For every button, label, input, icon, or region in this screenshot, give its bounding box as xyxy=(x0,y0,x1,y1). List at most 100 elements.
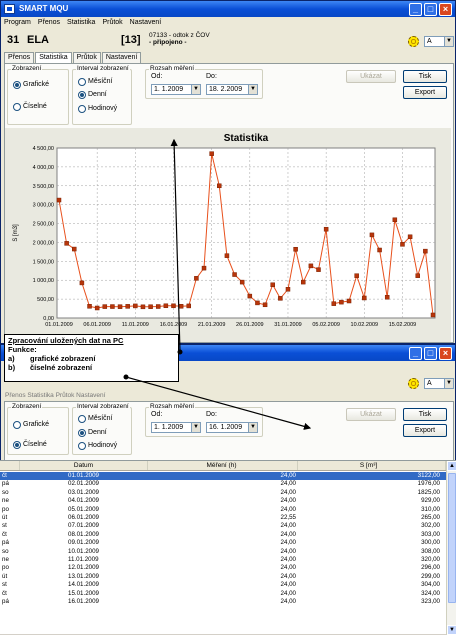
gear-icon[interactable] xyxy=(408,378,419,389)
date-from-picker[interactable]: 1. 1.2009 ▼ xyxy=(151,84,201,95)
scroll-up-icon[interactable]: ▲ xyxy=(447,461,456,471)
table-row[interactable]: ne 04.01.2009 24,00 929,00 xyxy=(0,497,446,505)
show-button[interactable]: Ukázat xyxy=(346,70,396,83)
radio-daily[interactable]: Denní xyxy=(78,428,107,437)
tab-prenos[interactable]: Přenos xyxy=(4,52,35,63)
menu-nastaveni[interactable]: Nastavení xyxy=(130,17,162,29)
cell-day: ne xyxy=(2,556,9,563)
interval-group: Interval zobrazení Měsíční Denní Hodinov… xyxy=(72,403,132,455)
cell-volume: 304,00 xyxy=(421,581,440,589)
export-button[interactable]: Export xyxy=(403,86,447,99)
data-point xyxy=(247,293,253,299)
table-row[interactable]: po 05.01.2009 24,00 310,00 xyxy=(0,506,446,514)
chart-area: Statistika 0,00 500,00 1 000,00 1 500,00 2 00… xyxy=(5,128,451,342)
cell-date: 04.01.2009 xyxy=(68,497,99,505)
data-point xyxy=(270,282,275,288)
print-button[interactable]: Tisk xyxy=(403,408,447,421)
menu-prutok[interactable]: Průtok xyxy=(102,17,122,29)
cell-date: 11.01.2009 xyxy=(68,556,99,563)
table-row[interactable]: so 10.01.2009 24,00 308,00 xyxy=(0,548,446,556)
data-point xyxy=(110,304,115,309)
date-to-picker[interactable]: 18. 2.2009 ▼ xyxy=(206,84,258,95)
radio-daily[interactable]: Denní xyxy=(78,90,107,99)
table-row[interactable]: čt 15.01.2009 24,00 324,00 xyxy=(0,590,446,598)
table-row[interactable]: čt 08.01.2009 24,00 303,00 xyxy=(0,531,446,539)
data-point xyxy=(331,301,337,306)
tab-prutok[interactable]: Průtok xyxy=(72,52,101,63)
show-button[interactable]: Ukázat xyxy=(346,408,396,421)
maximize-button[interactable]: □ xyxy=(424,347,437,360)
table-row[interactable]: čt 01.01.2009 24,00 3122,00 xyxy=(0,472,446,481)
data-point xyxy=(102,304,108,309)
mode-select[interactable]: A ▼ xyxy=(424,36,454,47)
table-row[interactable]: so 03.01.2009 24,00 1825,00 xyxy=(0,489,446,497)
cell-volume: 3122,00 xyxy=(417,472,440,479)
table-row[interactable]: st 07.01.2009 24,00 302,00 xyxy=(0,522,446,530)
minimize-button[interactable]: _ xyxy=(409,3,422,16)
table-header: Datum Měření (h) S [m³] xyxy=(0,461,446,471)
data-point xyxy=(339,299,344,305)
menu-program[interactable]: Program xyxy=(4,17,31,29)
header-volume[interactable]: S [m³] xyxy=(298,461,446,470)
menu-prenos[interactable]: Přenos xyxy=(38,17,60,29)
gear-icon[interactable] xyxy=(408,36,419,47)
y-tick-label: 1 000,00 xyxy=(33,278,54,284)
radio-monthly[interactable]: Měsíční xyxy=(78,414,113,423)
cell-day: út xyxy=(2,514,8,521)
cell-date: 14.01.2009 xyxy=(68,581,99,589)
cell-volume: 303,00 xyxy=(421,530,440,538)
scroll-thumb[interactable] xyxy=(448,473,456,603)
vertical-scrollbar[interactable]: ▲ ▼ xyxy=(446,461,456,635)
cell-hours: 24,00 xyxy=(280,480,296,488)
from-label: Od: xyxy=(151,73,163,80)
radio-hourly[interactable]: Hodinový xyxy=(78,104,117,113)
annotation-a-key: a) xyxy=(8,354,15,363)
group-title: Zobrazení xyxy=(11,403,43,410)
maximize-button[interactable]: □ xyxy=(424,3,437,16)
annotation-b-text: číselné zobrazení xyxy=(30,363,93,372)
annotation-b-key: b) xyxy=(8,363,16,372)
cell-day: čt xyxy=(2,530,7,538)
data-point xyxy=(430,312,436,318)
radio-numeric[interactable]: Číselné xyxy=(13,102,47,111)
header-day[interactable] xyxy=(0,461,20,470)
table-row[interactable]: út 13.01.2009 24,00 299,00 xyxy=(0,573,446,581)
radio-graphic[interactable]: Grafické xyxy=(13,420,49,429)
mode-select[interactable]: A ▼ xyxy=(424,378,454,389)
device-info-bar: 31 ELA [13] 07133 - odtok z ČOV - připoj… xyxy=(1,30,455,50)
data-point xyxy=(392,217,398,223)
cell-date: 03.01.2009 xyxy=(68,488,99,496)
data-point xyxy=(201,265,207,271)
data-point xyxy=(117,304,123,309)
group-title: Interval zobrazení xyxy=(76,65,130,72)
radio-hourly[interactable]: Hodinový xyxy=(78,441,117,450)
chevron-down-icon: ▼ xyxy=(248,85,257,94)
cell-volume: 310,00 xyxy=(421,505,440,513)
minimize-button[interactable]: _ xyxy=(409,347,422,360)
table-row[interactable]: út 06.01.2009 22,55 265,00 xyxy=(0,514,446,522)
date-from-picker[interactable]: 1. 1.2009 ▼ xyxy=(151,422,201,433)
export-button[interactable]: Export xyxy=(403,424,447,437)
table-row[interactable]: pá 09.01.2009 24,00 300,00 xyxy=(0,539,446,547)
header-date[interactable]: Datum xyxy=(20,461,148,470)
table-row[interactable]: pá 16.01.2009 24,00 323,00 xyxy=(0,598,446,606)
table-row[interactable]: st 14.01.2009 24,00 304,00 xyxy=(0,581,446,589)
print-button[interactable]: Tisk xyxy=(403,70,447,83)
tab-nastaveni[interactable]: Nastavení xyxy=(101,52,142,63)
radio-graphic[interactable]: Grafické xyxy=(13,80,49,89)
cell-date: 05.01.2009 xyxy=(68,505,99,513)
menu-statistika[interactable]: Statistika xyxy=(67,17,95,29)
table-row[interactable]: pá 02.01.2009 24,00 1976,00 xyxy=(0,480,446,488)
table-row[interactable]: ne 11.01.2009 24,00 320,00 xyxy=(0,556,446,564)
data-point xyxy=(346,298,352,304)
data-point xyxy=(423,248,428,254)
header-hours[interactable]: Měření (h) xyxy=(148,461,298,470)
radio-numeric[interactable]: Číselné xyxy=(13,440,47,449)
date-to-picker[interactable]: 16. 1.2009 ▼ xyxy=(206,422,258,433)
x-tick-label: 11.01.2009 xyxy=(122,322,149,328)
display-mode-group: Zobrazení Grafické Číselné xyxy=(7,65,69,125)
table-row[interactable]: po 12.01.2009 24,00 296,00 xyxy=(0,564,446,572)
close-button[interactable]: × xyxy=(439,347,452,360)
radio-monthly[interactable]: Měsíční xyxy=(78,77,113,86)
close-button[interactable]: × xyxy=(439,3,452,16)
